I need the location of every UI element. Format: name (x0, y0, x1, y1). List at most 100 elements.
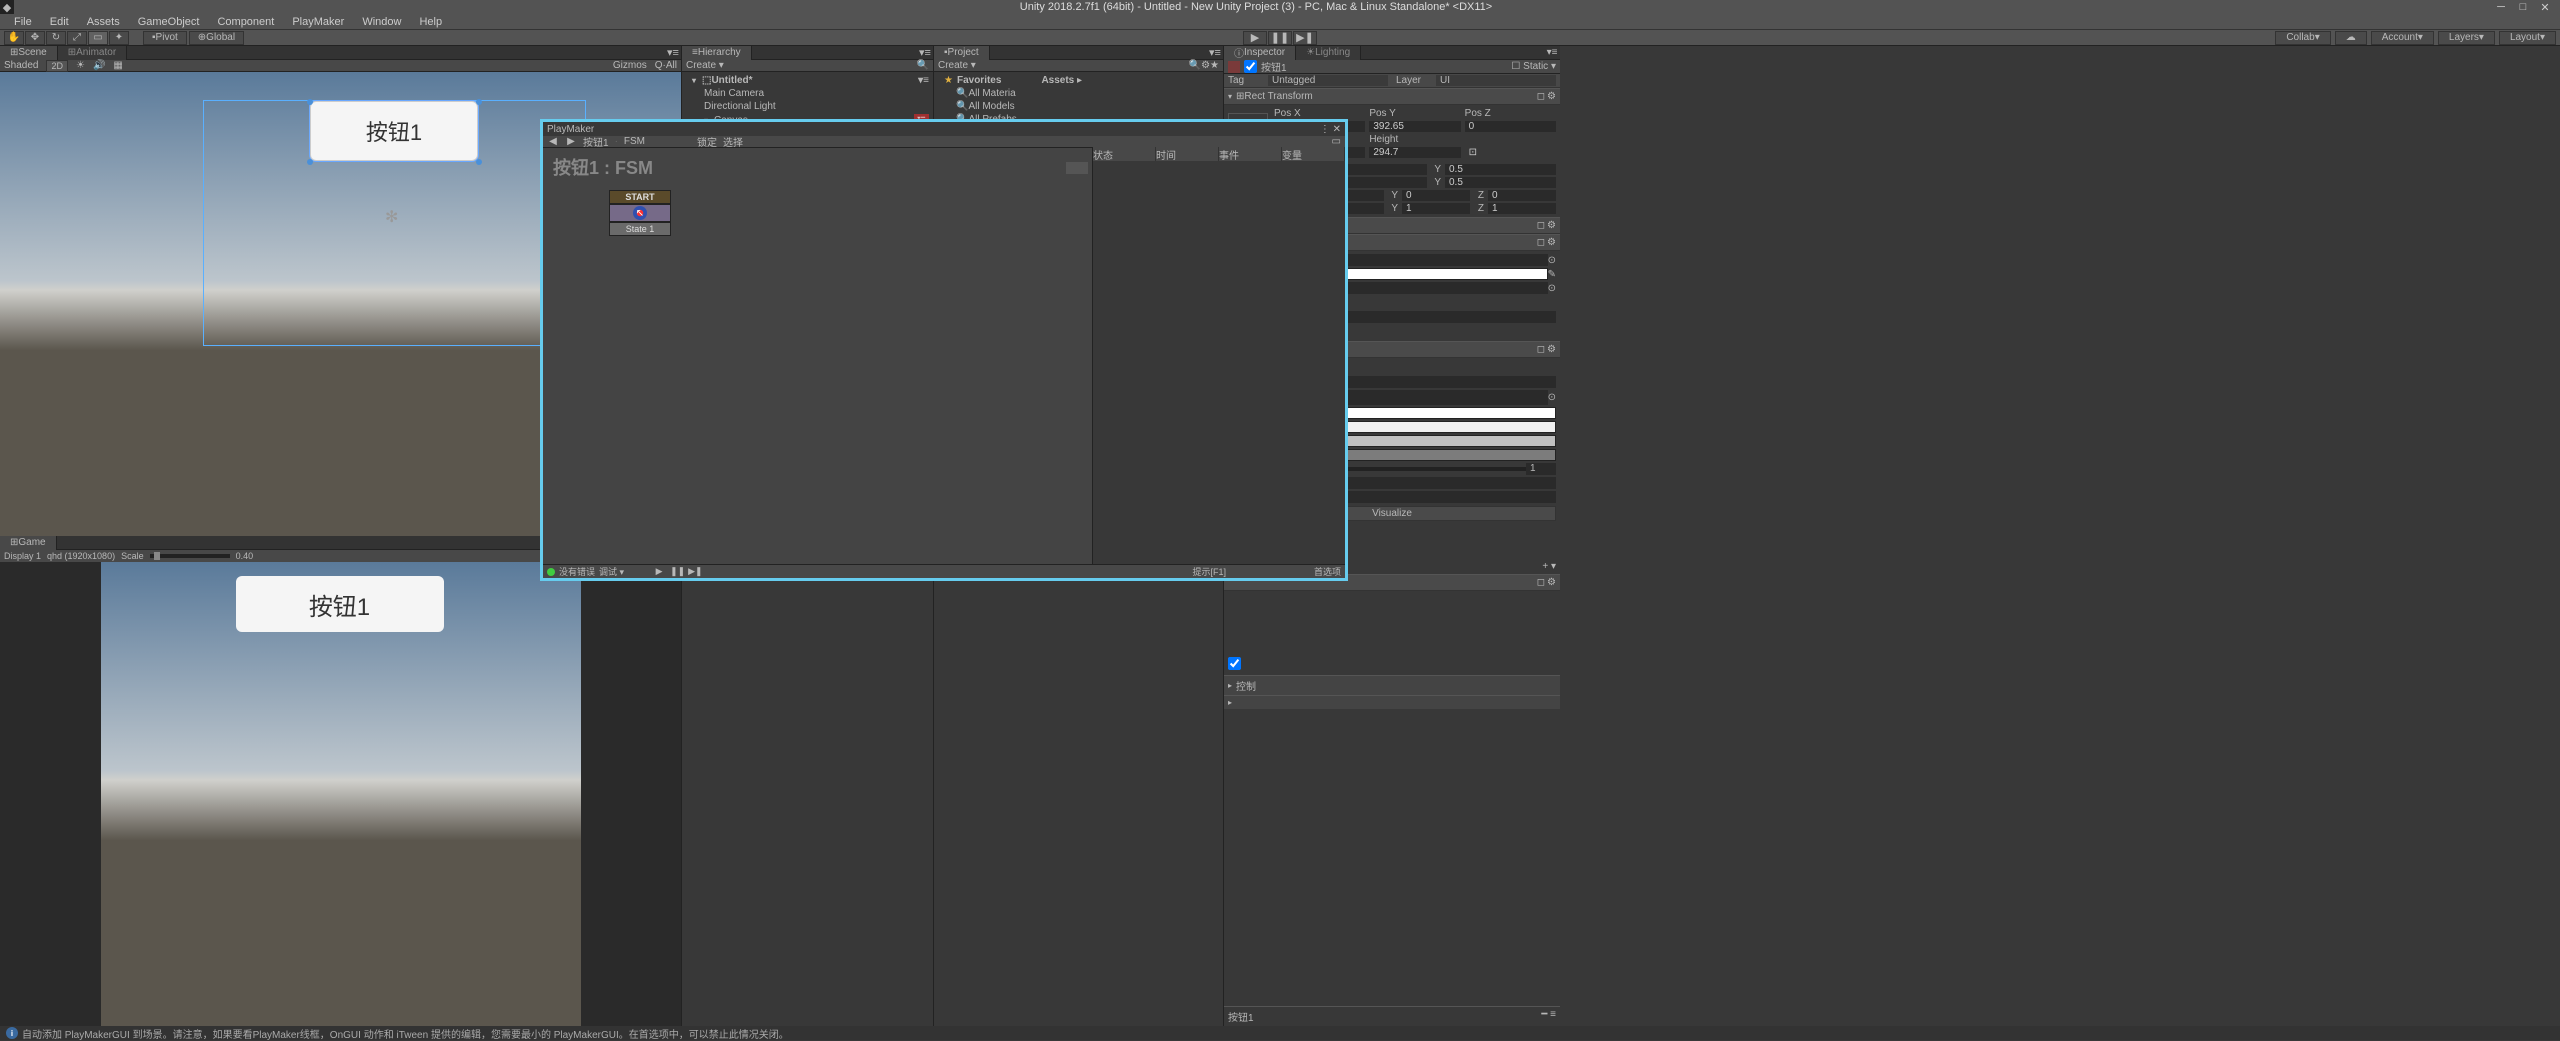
help-icon[interactable]: ◻ (1537, 344, 1545, 355)
add-icon[interactable]: + ▾ (1542, 561, 1556, 572)
rect-transform-header[interactable]: ▾⊞ Rect Transform ◻ ⚙ (1224, 88, 1560, 105)
display-dropdown[interactable]: Display 1 (4, 551, 41, 561)
pm-step-icon[interactable]: ▶❚ (688, 566, 702, 577)
rotate-tool-icon[interactable]: ↻ (46, 31, 66, 45)
help-icon[interactable]: ◻ (1537, 220, 1545, 231)
side-tab-state[interactable]: 状态 (1093, 147, 1156, 161)
play-button[interactable]: ▶ (1243, 31, 1267, 45)
size-extra[interactable]: ⊡ (1465, 147, 1556, 158)
tag-dropdown[interactable]: Untagged (1268, 75, 1388, 86)
object-picker-icon[interactable]: ⊙ (1548, 392, 1556, 403)
menu-help[interactable]: Help (411, 16, 450, 28)
preferences-link[interactable]: 首选项 (1314, 565, 1341, 578)
pause-button[interactable]: ❚❚ (1268, 31, 1292, 45)
gear-icon[interactable]: ⚙ (1547, 91, 1556, 102)
panel-menu-icon[interactable]: ▾≡ (665, 46, 681, 59)
menu-assets[interactable]: Assets (79, 16, 128, 28)
scale-slider[interactable] (150, 554, 230, 558)
debug-dropdown[interactable]: 调试 ▾ (599, 565, 624, 578)
editor-status-bar[interactable]: i 自动添加 PlayMakerGUI 到场景。请注意，如果要看PlayMake… (0, 1026, 2560, 1040)
aspect-dropdown[interactable]: qhd (1920x1080) (47, 551, 115, 561)
layers-dropdown[interactable]: Layers ▾ (2438, 31, 2495, 45)
menu-edit[interactable]: Edit (42, 16, 77, 28)
search-icon[interactable]: 🔍 (917, 60, 929, 71)
playmaker-fsm-header[interactable]: ▸控制 (1224, 675, 1560, 695)
fsm-object-dropdown[interactable]: 按钮1 (583, 134, 609, 149)
resize-handle-icon[interactable] (476, 159, 482, 165)
select-button[interactable]: 选择 (723, 134, 743, 149)
tab-scene[interactable]: ⊞ Scene (0, 46, 58, 60)
global-toggle[interactable]: ⊕ Global (189, 31, 244, 45)
scale-tool-icon[interactable]: ⤢ (67, 31, 87, 45)
static-dropdown[interactable]: ☐ Static ▾ (1511, 61, 1556, 72)
filter-icon[interactable]: ⚙ (1201, 60, 1210, 71)
tab-animator[interactable]: ⊞ Animator (58, 46, 127, 60)
pivot-toggle[interactable]: ▪ Pivot (143, 31, 187, 45)
object-name-field[interactable]: 按钮1 (1261, 59, 1511, 74)
nav-back-icon[interactable]: ◀ (547, 136, 559, 147)
help-icon[interactable]: ◻ (1537, 577, 1545, 588)
step-button[interactable]: ▶❚ (1293, 31, 1317, 45)
search-scope[interactable]: Q·All (655, 60, 677, 71)
lock-toggle[interactable]: 锁定 (697, 134, 717, 149)
state-name-label[interactable]: State 1 (609, 222, 671, 236)
fsm-graph-canvas[interactable]: 按钮1 : FSM START ↖ State 1 (543, 148, 1092, 564)
favorites-header[interactable]: ★FavoritesAssets ▸ (934, 74, 1223, 87)
help-icon[interactable]: ◻ (1537, 91, 1545, 102)
fx-toggle-icon[interactable]: ▦ (113, 60, 122, 71)
object-picker-icon[interactable]: ⊙ (1548, 255, 1556, 266)
tab-project[interactable]: ▪ Project (934, 46, 990, 60)
anchor-min-y[interactable]: 0.5 (1445, 164, 1556, 175)
gear-icon[interactable]: ⚙ (1547, 344, 1556, 355)
minimize-icon[interactable]: ─ (2494, 1, 2508, 13)
maximize-icon[interactable]: □ (2516, 1, 2530, 13)
pm-play-icon[interactable]: ▶ (652, 566, 666, 577)
hierarchy-item[interactable]: Main Camera (682, 87, 933, 100)
gear-icon[interactable]: ⚙ (1547, 237, 1556, 248)
eyedropper-icon[interactable]: ✎ (1548, 269, 1556, 280)
panel-menu-icon[interactable]: ▾≡ (1207, 46, 1223, 59)
mode-2d-toggle[interactable]: 2D (46, 60, 68, 72)
resize-handle-icon[interactable] (476, 99, 482, 105)
create-dropdown[interactable]: Create ▾ (686, 60, 724, 71)
fsm-dropdown[interactable]: FSM (624, 136, 645, 147)
fsm-state-node[interactable]: START ↖ State 1 (609, 190, 671, 236)
panel-menu-icon[interactable]: ▾≡ (917, 46, 933, 59)
playmaker-close-icon[interactable]: ⋮ ✕ (1320, 124, 1341, 135)
playmaker-controls-header[interactable]: ▸ (1224, 695, 1560, 709)
height-field[interactable]: 294.7 (1369, 147, 1460, 158)
collab-dropdown[interactable]: Collab ▾ (2275, 31, 2330, 45)
lighting-toggle-icon[interactable]: ☀ (76, 60, 85, 71)
scale-z[interactable]: 1 (1488, 203, 1556, 214)
anchor-max-y[interactable]: 0.5 (1445, 177, 1556, 188)
gear-icon[interactable]: ⚙ (1547, 577, 1556, 588)
hand-tool-icon[interactable]: ✋ (4, 31, 24, 45)
menu-playmaker[interactable]: PlayMaker (284, 16, 352, 28)
side-tab-variables[interactable]: 变量 (1282, 147, 1345, 161)
favorite-item[interactable]: 🔍 All Models (934, 100, 1223, 113)
side-tab-events[interactable]: 时间 (1156, 147, 1219, 161)
tab-game[interactable]: ⊞ Game (0, 536, 57, 550)
search-icon[interactable]: 🔍 (1189, 60, 1201, 71)
state-body[interactable]: ↖ (609, 204, 671, 222)
hints-label[interactable]: 提示[F1] (1192, 565, 1226, 578)
minimap-toggle-icon[interactable]: ▭ (1332, 136, 1341, 147)
pivot-z[interactable]: 0 (1488, 190, 1556, 201)
gameobject-icon[interactable] (1228, 61, 1240, 73)
gizmos-dropdown[interactable]: Gizmos (613, 60, 647, 71)
menu-component[interactable]: Component (209, 16, 282, 28)
pos-y-field[interactable]: 392.65 (1369, 121, 1460, 132)
nav-forward-icon[interactable]: ▶ (565, 136, 577, 147)
layout-dropdown[interactable]: Layout ▾ (2499, 31, 2556, 45)
create-dropdown[interactable]: Create ▾ (938, 60, 976, 71)
rect-tool-icon[interactable]: ▭ (88, 31, 108, 45)
favorite-item[interactable]: 🔍 All Materia (934, 87, 1223, 100)
star-icon[interactable]: ★ (1210, 60, 1219, 71)
panel-menu-icon[interactable]: ▾≡ (1544, 47, 1560, 58)
tab-hierarchy[interactable]: ≡ Hierarchy (682, 46, 752, 60)
playmaker-enabled-checkbox[interactable] (1228, 657, 1241, 670)
pos-z-field[interactable]: 0 (1465, 121, 1556, 132)
object-picker-icon[interactable]: ⊙ (1548, 283, 1556, 294)
resize-handle-icon[interactable] (307, 99, 313, 105)
help-icon[interactable]: ◻ (1537, 237, 1545, 248)
